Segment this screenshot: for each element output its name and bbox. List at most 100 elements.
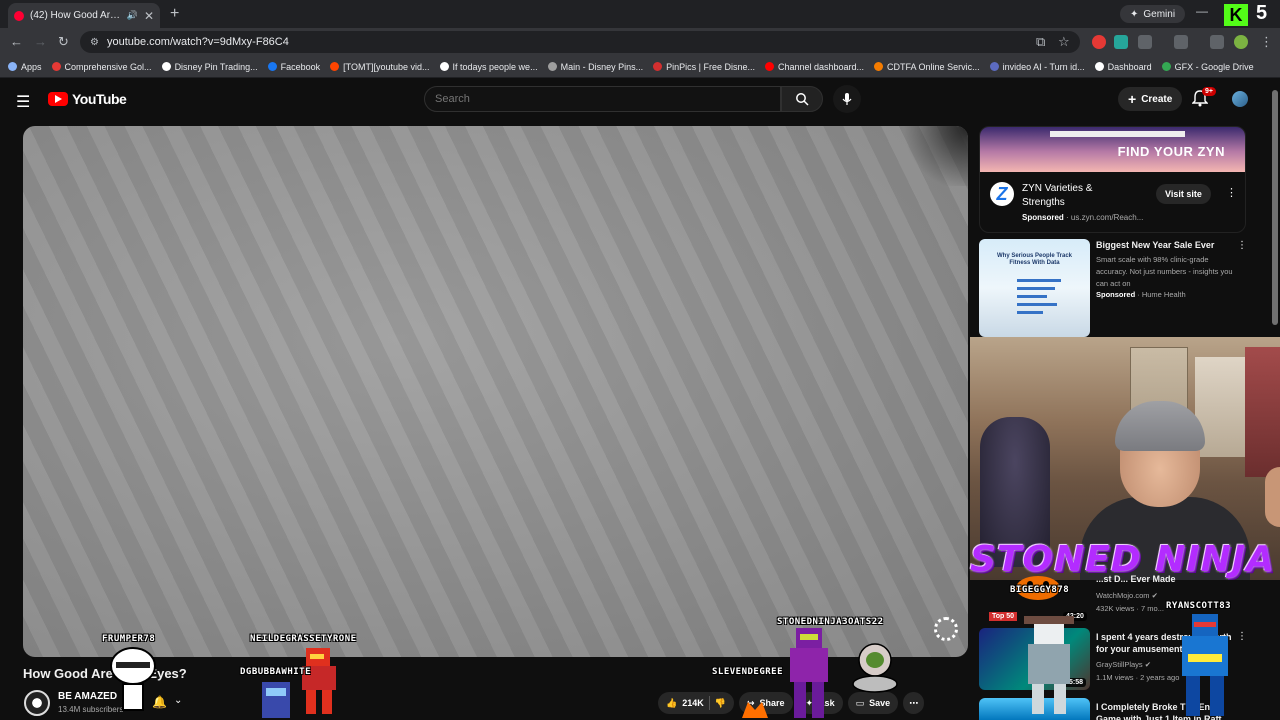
ad-headline: ZYN Varieties & Strengths bbox=[1022, 183, 1093, 208]
visit-site-button[interactable]: Visit site bbox=[1156, 184, 1211, 204]
rec-channel-name: GrayStillPlays bbox=[1096, 660, 1143, 669]
bookmark-favicon-icon bbox=[653, 62, 663, 71]
bookmarks-bar: Apps Comprehensive Gol... Disney Pin Tradi… bbox=[0, 56, 1280, 78]
bookmark-favicon-icon bbox=[8, 62, 17, 71]
verified-icon: ✔ bbox=[1144, 660, 1152, 669]
rec-meta: 1.1M views · 2 years ago bbox=[1096, 673, 1180, 682]
ad-menu-icon[interactable]: ⋮ bbox=[1226, 186, 1237, 199]
dislike-icon[interactable]: 👎 bbox=[715, 698, 726, 709]
webcam-name-banner: STONED NINJA bbox=[970, 539, 1276, 580]
youtube-play-icon bbox=[48, 92, 68, 106]
sponsored-ad-zyn[interactable]: FIND YOUR ZYN Z ZYN Varieties & Strength… bbox=[979, 126, 1246, 233]
banner-strip bbox=[1050, 131, 1185, 137]
cast-icon[interactable]: ⧉ bbox=[1036, 34, 1045, 50]
bookmark-label: Comprehensive Gol... bbox=[64, 61, 152, 72]
bookmark-favicon-icon bbox=[330, 62, 340, 71]
ad-title: Biggest New Year Sale Ever bbox=[1096, 240, 1215, 250]
speaker-icon[interactable]: 🔊 bbox=[127, 10, 138, 21]
plus-icon: + bbox=[1128, 91, 1137, 107]
channel-avatar[interactable] bbox=[24, 690, 50, 716]
rec-channel: GrayStillPlays ✔ bbox=[1096, 660, 1151, 669]
search-box[interactable] bbox=[424, 86, 781, 112]
microphone-icon bbox=[842, 93, 852, 105]
bookmark-item[interactable]: If todays people we... bbox=[439, 61, 538, 72]
search-input[interactable] bbox=[435, 93, 780, 105]
like-dislike-group: 👍 214K 👎 bbox=[658, 692, 734, 714]
like-count[interactable]: 214K bbox=[682, 698, 704, 708]
ad-menu-icon[interactable]: ⋮ bbox=[1237, 240, 1247, 251]
ad-domain: · us.zyn.com/Reach... bbox=[1066, 213, 1144, 222]
bookmark-favicon-icon bbox=[1094, 62, 1104, 71]
reading-list-icon[interactable] bbox=[1210, 35, 1224, 49]
bookmark-label: Disney Pin Trading... bbox=[174, 61, 258, 72]
bookmark-item[interactable]: [TOMT][youtube vid... bbox=[330, 62, 430, 72]
site-info-icon[interactable]: ⚙ bbox=[90, 37, 99, 48]
settings-cog-icon-overlay bbox=[934, 617, 958, 641]
gemini-button[interactable]: ✦ Gemini bbox=[1120, 5, 1186, 23]
reload-icon[interactable]: ↻ bbox=[58, 34, 69, 50]
overlay-viewer-name: RYANSCOTT83 bbox=[1166, 601, 1232, 611]
like-icon[interactable]: 👍 bbox=[666, 698, 677, 709]
overlay-sprite-cyclops bbox=[1182, 614, 1228, 716]
bookmark-favicon-icon bbox=[267, 62, 277, 71]
bookmark-item[interactable]: Main - Disney Pins... bbox=[547, 62, 643, 72]
overlay-sprite-red-armor bbox=[302, 648, 336, 714]
bookmark-item[interactable]: PinPics | Free Disne... bbox=[653, 62, 755, 72]
account-avatar[interactable] bbox=[1232, 91, 1248, 107]
browser-toolbar: ← → ↻ ⚙ youtube.com/watch?v=9dMxy-F86C4 … bbox=[0, 28, 1280, 56]
create-button[interactable]: + Create bbox=[1118, 87, 1183, 111]
save-label: Save bbox=[869, 698, 891, 708]
minimize-icon[interactable]: — bbox=[1196, 4, 1208, 18]
voice-search-button[interactable] bbox=[833, 85, 861, 113]
ad-advertiser: · Hume Health bbox=[1137, 290, 1186, 299]
new-tab-button[interactable]: + bbox=[170, 5, 179, 23]
extensions-puzzle-icon[interactable] bbox=[1138, 35, 1152, 49]
overlay-sprite-white-ghost bbox=[110, 647, 156, 711]
more-actions-button[interactable]: ⋯ bbox=[903, 692, 925, 714]
bookmark-item[interactable]: CDTFA Online Servic... bbox=[874, 62, 980, 72]
bookmark-favicon-icon bbox=[439, 62, 449, 71]
create-label: Create bbox=[1141, 93, 1173, 105]
profile-avatar-icon[interactable] bbox=[1234, 35, 1248, 49]
back-icon[interactable]: ← bbox=[10, 34, 23, 49]
close-tab-icon[interactable]: ✕ bbox=[144, 9, 154, 23]
youtube-logo[interactable]: YouTube bbox=[48, 91, 127, 107]
thumb-bar bbox=[1017, 279, 1061, 282]
extension-blue-icon[interactable] bbox=[1114, 35, 1128, 49]
bookmark-label: If todays people we... bbox=[452, 61, 538, 72]
menu-kebab-icon[interactable]: ⋮ bbox=[1260, 34, 1273, 50]
bookmark-item[interactable]: Apps bbox=[8, 62, 42, 72]
bookmark-star-icon[interactable]: ☆ bbox=[1058, 34, 1070, 50]
notification-count-badge: 9+ bbox=[1202, 87, 1216, 96]
bookmark-item[interactable]: Facebook bbox=[267, 62, 320, 72]
sponsored-label: Sponsored bbox=[1022, 213, 1064, 222]
bookmark-item[interactable]: Comprehensive Gol... bbox=[51, 61, 152, 72]
video-player[interactable] bbox=[23, 126, 968, 657]
hamburger-menu-icon[interactable]: ☰ bbox=[16, 92, 30, 112]
bookmark-item[interactable]: GFX - Google Drive bbox=[1161, 62, 1254, 72]
ad-thumbnail[interactable]: Why Serious People Track Fitness With Da… bbox=[979, 239, 1090, 337]
sidebar-icon[interactable] bbox=[1174, 35, 1188, 49]
overlay-sprite-green-alien bbox=[852, 643, 898, 693]
extension-red-icon[interactable] bbox=[1092, 35, 1106, 49]
forward-icon[interactable]: → bbox=[34, 34, 47, 49]
profile-logo-k[interactable]: K bbox=[1224, 4, 1248, 26]
youtube-header: ☰ YouTube + Create 9+ bbox=[0, 79, 1280, 121]
bookmark-item[interactable]: Dashboard bbox=[1094, 61, 1152, 72]
ad-sponsor-line: Sponsored · us.zyn.com/Reach... bbox=[1022, 213, 1143, 222]
ad-sponsor-line: Sponsored · Hume Health bbox=[1096, 290, 1186, 299]
bookmark-item[interactable]: invideo AI - Turn id... bbox=[989, 62, 1085, 72]
address-bar[interactable]: ⚙ youtube.com/watch?v=9dMxy-F86C4 bbox=[80, 31, 1080, 53]
bookmark-item[interactable]: Disney Pin Trading... bbox=[161, 61, 258, 72]
overlay-viewer-name: STONEDNINJA3OATS22 bbox=[777, 617, 884, 627]
chevron-down-icon[interactable]: ⌄ bbox=[174, 695, 182, 706]
thumb-bar bbox=[1017, 311, 1043, 314]
bookmark-item[interactable]: Channel dashboard... bbox=[764, 62, 864, 72]
save-playlist-icon: ▭ bbox=[855, 697, 865, 708]
browser-tab-active[interactable]: (42) How Good Are Your Ey... 🔊 ✕ bbox=[8, 3, 160, 28]
page-scrollbar[interactable] bbox=[1272, 90, 1278, 325]
search-button[interactable] bbox=[781, 86, 823, 112]
rec-meta: 432K views · 7 mo... bbox=[1096, 604, 1164, 613]
screen: (42) How Good Are Your Ey... 🔊 ✕ + ✦ Gem… bbox=[0, 0, 1280, 720]
bookmark-label: Dashboard bbox=[1107, 61, 1152, 72]
